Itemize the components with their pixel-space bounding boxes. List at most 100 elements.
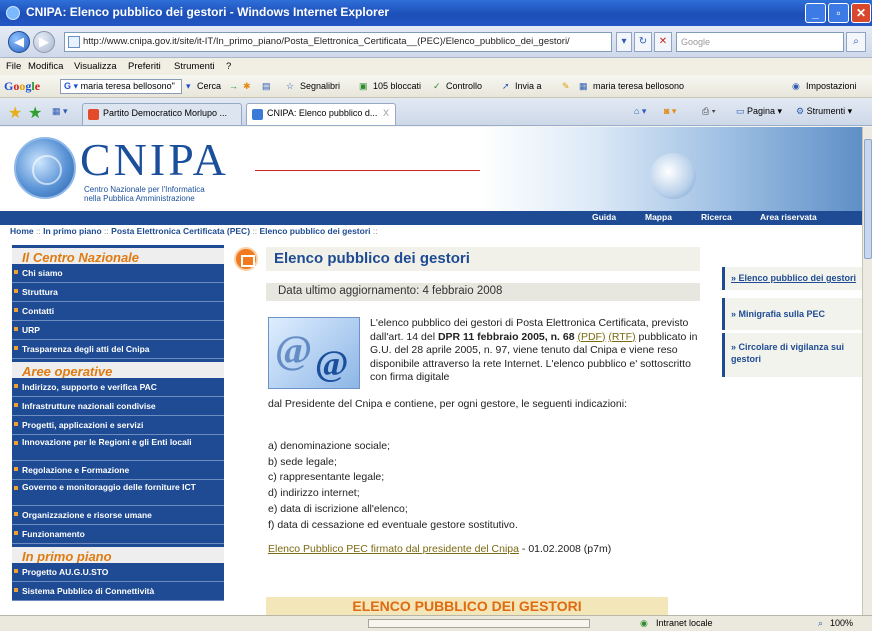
maximize-button[interactable]: ▫: [828, 3, 849, 23]
pdf-link[interactable]: (PDF): [577, 331, 605, 343]
address-field[interactable]: http://www.cnipa.gov.it/site/it-IT/In_pr…: [64, 32, 612, 52]
profile-button[interactable]: maria teresa bellosono: [593, 81, 684, 91]
breadcrumb-in-primo-piano[interactable]: In primo piano: [43, 226, 102, 236]
page-menu-button[interactable]: ▭ Pagina ▾: [736, 106, 782, 117]
sidebar-item-regolazione[interactable]: Regolazione e Formazione: [12, 461, 224, 480]
logo-subtitle-2: nella Pubblica Amministrazione: [84, 194, 195, 203]
nav-area-riservata[interactable]: Area riservata: [760, 212, 817, 222]
security-zone[interactable]: Intranet locale: [656, 618, 713, 628]
sidebar-item-spc[interactable]: Sistema Pubblico di Connettività: [12, 582, 224, 601]
intro-paragraph: L'elenco pubblico dei gestori di Posta E…: [370, 317, 700, 385]
tab-close-icon[interactable]: X: [383, 108, 389, 118]
highlight-icon[interactable]: ✎: [562, 81, 570, 92]
sidebar-item-funzionamento[interactable]: Funzionamento: [12, 525, 224, 544]
send-icon: ➚: [502, 81, 510, 91]
section-il-centro-nazionale: Il Centro Nazionale: [12, 245, 224, 265]
arrow-icon[interactable]: →: [229, 81, 238, 91]
tab-label: Partito Democratico Morlupo ...: [103, 108, 228, 118]
home-icon[interactable]: ⌂ ▾: [634, 106, 646, 117]
breadcrumb-separator: ::: [252, 226, 258, 236]
star-bookmark-icon[interactable]: ☆: [286, 81, 294, 92]
quick-tabs-icon[interactable]: ▦ ▾: [52, 106, 68, 117]
menu-file[interactable]: File: [6, 61, 21, 72]
nav-mappa[interactable]: Mappa: [645, 212, 672, 222]
tab-partito-democratico[interactable]: Partito Democratico Morlupo ...: [82, 103, 242, 125]
minimize-button[interactable]: _: [805, 3, 826, 23]
intro-paragraph-end: dal Presidente del Cnipa e contiene, per…: [268, 398, 627, 410]
sidebar-item-urp[interactable]: URP: [12, 321, 224, 340]
google-search-button[interactable]: Cerca: [197, 81, 221, 91]
back-button[interactable]: ◀: [8, 31, 30, 53]
sidebar-item-governo[interactable]: Governo e monitoraggio delle forniture I…: [12, 480, 224, 506]
rtf-link[interactable]: (RTF): [608, 331, 635, 343]
g-dropdown-icon: ▾: [73, 81, 79, 91]
site-favicon-icon: [252, 109, 263, 120]
sidebar-item-augusto[interactable]: Progetto AU.G.U.STO: [12, 563, 224, 582]
popup-blocked-count[interactable]: 105 bloccati: [373, 81, 421, 91]
tag-icon[interactable]: ✱: [243, 81, 251, 92]
menu-visualizza[interactable]: Visualizza: [74, 61, 117, 72]
sidebar-item-chi-siamo[interactable]: Chi siamo: [12, 264, 224, 283]
link-minigrafia-pec[interactable]: » Minigrafia sulla PEC: [722, 298, 862, 330]
menu-preferiti[interactable]: Preferiti: [128, 61, 161, 72]
close-window-button[interactable]: ✕: [851, 3, 871, 23]
at-symbol-icon: @: [275, 327, 313, 372]
breadcrumb-pec[interactable]: Posta Elettronica Certificata (PEC): [111, 226, 250, 236]
section-in-primo-piano: In primo piano: [12, 544, 224, 564]
breadcrumb-elenco[interactable]: Elenco pubblico dei gestori: [260, 226, 371, 236]
sidebar-item-organizzazione[interactable]: Organizzazione e risorse umane: [12, 506, 224, 525]
gear-icon: ⚙: [796, 106, 807, 116]
stop-icon[interactable]: ✕: [654, 32, 672, 52]
link-circolare-vigilanza[interactable]: » Circolare di vigilanza sui gestori: [722, 333, 862, 377]
progress-bar: [368, 619, 590, 628]
feeds-icon[interactable]: ◙ ▾: [664, 106, 676, 117]
tab-cnipa[interactable]: CNIPA: Elenco pubblico d... X: [246, 103, 396, 125]
spellcheck-icon: ✓: [433, 81, 441, 91]
forward-button[interactable]: ▶: [33, 31, 55, 53]
signed-list-link[interactable]: Elenco Pubblico PEC firmato dal presiden…: [268, 543, 519, 555]
favorites-star-icon[interactable]: ★: [8, 103, 22, 123]
sidebar-item-innovazione[interactable]: Innovazione per le Regioni e gli Enti lo…: [12, 435, 224, 461]
page-menu-label: Pagina: [747, 106, 776, 116]
sidebar-item-indirizzo[interactable]: Indirizzo, supporto e verifica PAC: [12, 378, 224, 397]
right-sidebar: » Elenco pubblico dei gestori » Minigraf…: [722, 267, 862, 380]
menu-strumenti[interactable]: Strumenti: [174, 61, 215, 72]
page-title: Elenco pubblico dei gestori: [266, 247, 700, 271]
page-icon: [68, 36, 80, 48]
sidebar-item-infrastrutture[interactable]: Infrastrutture nazionali condivise: [12, 397, 224, 416]
check-button[interactable]: Controllo: [446, 81, 482, 91]
sidebar-item-trasparenza[interactable]: Trasparenza degli atti del Cnipa: [12, 340, 224, 359]
bookmarks-button[interactable]: Segnalibri: [300, 81, 340, 91]
settings-button[interactable]: Impostazioni: [806, 81, 857, 91]
tools-menu-button[interactable]: ⚙ Strumenti ▾: [796, 106, 852, 117]
vertical-scrollbar[interactable]: [862, 127, 872, 615]
add-favorite-icon[interactable]: ★: [28, 103, 42, 123]
menu-modifica[interactable]: Modifica: [28, 61, 63, 72]
site-banner: CNIPA Centro Nazionale per l'Informatica…: [0, 127, 862, 211]
send-to-button[interactable]: Invia a: [515, 81, 542, 91]
zoom-level[interactable]: 100%: [830, 618, 853, 628]
page-rank-icon[interactable]: ▤: [262, 81, 271, 92]
print-icon[interactable]: ⎙ ▾: [702, 106, 715, 117]
breadcrumb-separator: ::: [104, 226, 109, 236]
google-query-dropdown-icon[interactable]: ▾: [186, 81, 191, 92]
sidebar-item-struttura[interactable]: Struttura: [12, 283, 224, 302]
url-text: http://www.cnipa.gov.it/site/it-IT/In_pr…: [83, 36, 570, 47]
link-elenco-pubblico[interactable]: » Elenco pubblico dei gestori: [722, 267, 862, 290]
breadcrumb-home[interactable]: Home: [10, 226, 34, 236]
search-box[interactable]: Google: [676, 32, 844, 52]
tools-menu-label: Strumenti: [806, 106, 846, 116]
search-go-icon[interactable]: ⌕: [846, 32, 866, 52]
cnipa-globe-logo: [14, 137, 76, 199]
refresh-icon[interactable]: ↻: [634, 32, 652, 52]
nav-ricerca[interactable]: Ricerca: [701, 212, 732, 222]
dropdown-arrow-icon[interactable]: ▾: [616, 32, 632, 52]
cnipa-logo[interactable]: CNIPA: [80, 137, 229, 183]
sidebar-item-contatti[interactable]: Contatti: [12, 302, 224, 321]
google-search-input[interactable]: G ▾ maria teresa bellosono": [60, 79, 182, 94]
nav-guida[interactable]: Guida: [592, 212, 616, 222]
mail-section-icon: [234, 247, 258, 271]
menu-help[interactable]: ?: [226, 61, 231, 72]
sidebar-item-progetti[interactable]: Progetti, applicazioni e servizi: [12, 416, 224, 435]
scrollbar-thumb[interactable]: [864, 139, 872, 259]
